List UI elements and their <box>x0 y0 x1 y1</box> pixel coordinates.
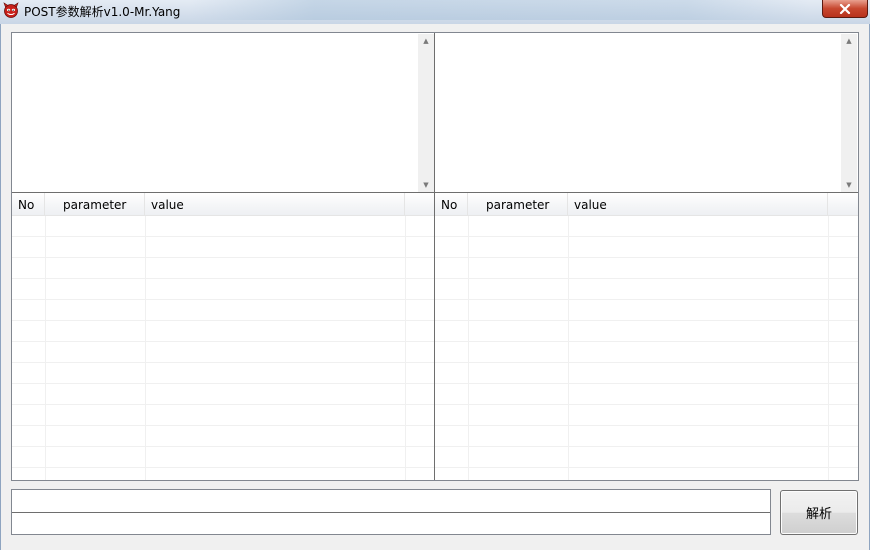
column-gridline <box>828 216 829 480</box>
empty-row <box>435 447 858 468</box>
title-bar: POST参数解析v1.0-Mr.Yang <box>0 0 870 24</box>
app-devil-icon <box>3 2 19 18</box>
empty-row <box>435 405 858 426</box>
scroll-up-arrow-icon[interactable]: ▲ <box>841 34 857 48</box>
output-box <box>11 489 771 535</box>
output-line-2[interactable] <box>12 513 770 535</box>
empty-row <box>435 258 858 279</box>
column-header-no[interactable]: No <box>435 193 468 216</box>
list-header: No parameter value <box>435 193 858 216</box>
empty-row <box>435 321 858 342</box>
empty-row <box>12 321 434 342</box>
right-input-scrollbar[interactable]: ▲ ▼ <box>841 34 857 192</box>
list-body[interactable] <box>435 216 858 480</box>
empty-row <box>12 216 434 237</box>
close-button[interactable] <box>822 0 868 18</box>
empty-row <box>12 258 434 279</box>
empty-row <box>12 237 434 258</box>
list-body[interactable] <box>12 216 434 480</box>
right-input-textarea[interactable] <box>436 33 858 192</box>
close-icon <box>839 3 851 14</box>
empty-row <box>435 237 858 258</box>
left-input-scrollbar[interactable]: ▲ ▼ <box>418 34 434 192</box>
list-header: No parameter value <box>12 193 434 216</box>
column-header-parameter[interactable]: parameter <box>45 193 145 216</box>
empty-row <box>12 468 434 480</box>
empty-row <box>435 363 858 384</box>
scroll-down-arrow-icon[interactable]: ▼ <box>841 178 857 192</box>
empty-row <box>435 384 858 405</box>
empty-row <box>12 447 434 468</box>
empty-row <box>435 279 858 300</box>
column-gridline <box>145 216 146 480</box>
vertical-divider <box>434 33 435 480</box>
scroll-down-arrow-icon[interactable]: ▼ <box>418 178 434 192</box>
scroll-up-arrow-icon[interactable]: ▲ <box>418 34 434 48</box>
output-line-1[interactable] <box>12 490 770 512</box>
empty-row <box>12 342 434 363</box>
window-title: POST参数解析v1.0-Mr.Yang <box>24 5 181 19</box>
empty-row <box>12 363 434 384</box>
empty-row <box>435 426 858 447</box>
right-parameter-list[interactable]: No parameter value <box>435 193 858 480</box>
parse-button[interactable]: 解析 <box>780 490 858 535</box>
empty-row <box>12 405 434 426</box>
column-header-empty[interactable] <box>405 193 434 216</box>
empty-row <box>435 468 858 480</box>
column-header-parameter[interactable]: parameter <box>468 193 568 216</box>
column-gridline <box>405 216 406 480</box>
empty-row <box>12 384 434 405</box>
empty-row <box>435 300 858 321</box>
column-header-empty[interactable] <box>828 193 858 216</box>
column-header-value[interactable]: value <box>568 193 828 216</box>
left-parameter-list[interactable]: No parameter value <box>12 193 434 480</box>
empty-row <box>435 342 858 363</box>
empty-row <box>12 300 434 321</box>
column-gridline <box>468 216 469 480</box>
column-header-no[interactable]: No <box>12 193 45 216</box>
empty-row <box>435 216 858 237</box>
empty-row <box>12 426 434 447</box>
title-bar-background <box>190 0 810 20</box>
left-input-textarea[interactable] <box>12 33 434 192</box>
column-gridline <box>568 216 569 480</box>
empty-row <box>12 279 434 300</box>
column-header-value[interactable]: value <box>145 193 405 216</box>
column-gridline <box>45 216 46 480</box>
